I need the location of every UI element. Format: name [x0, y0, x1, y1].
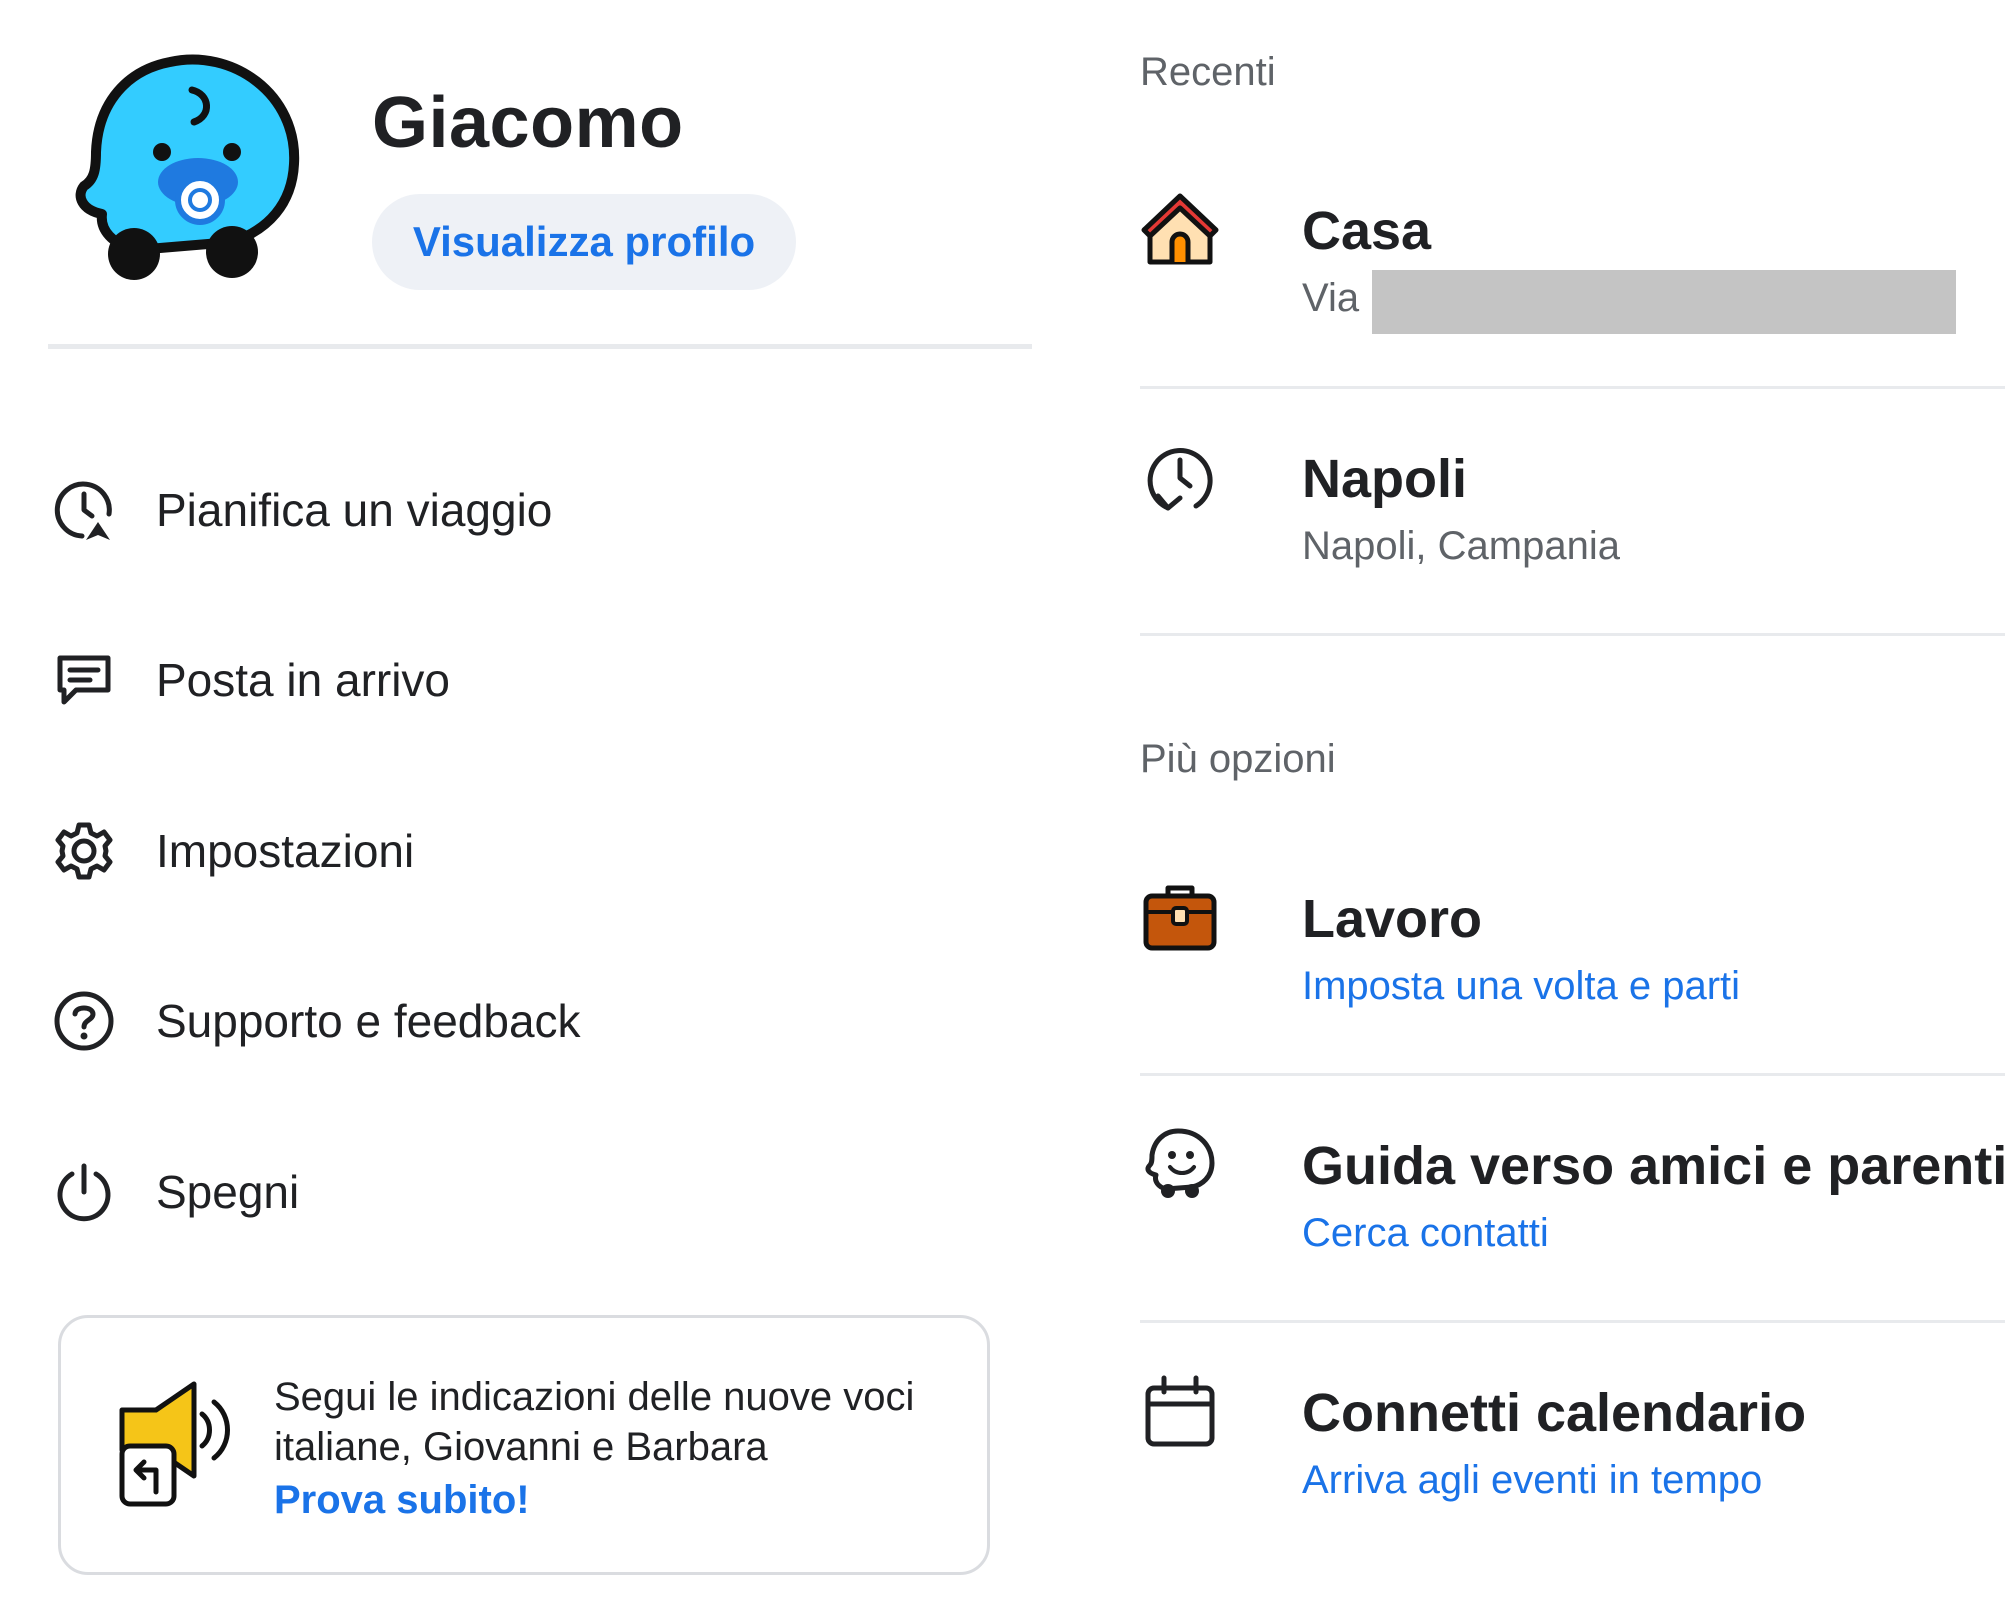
menu-item-label: Supporto e feedback: [156, 995, 581, 1047]
menu-item-label: Impostazioni: [156, 825, 415, 877]
place-title: Connetti calendario: [1302, 1383, 1807, 1443]
promo-try-link[interactable]: Prova subito!: [274, 1478, 530, 1523]
power-icon: [48, 1156, 120, 1228]
briefcase-icon: [1140, 878, 1220, 958]
menu-item-plan-trip[interactable]: Pianifica un viaggio: [48, 455, 808, 565]
place-subtitle-link[interactable]: Arriva agli eventi in tempo: [1302, 1458, 1762, 1503]
place-title: Casa: [1302, 201, 1432, 261]
megaphone-icon: [116, 1380, 246, 1520]
redacted-address: [1372, 270, 1956, 334]
divider: [48, 344, 1032, 349]
calendar-icon: [1140, 1372, 1220, 1452]
menu-item-settings[interactable]: Impostazioni: [48, 796, 808, 906]
place-subtitle: Via: [1302, 276, 1360, 320]
waze-friend-icon: [1140, 1125, 1220, 1205]
menu-item-power[interactable]: Spegni: [48, 1137, 808, 1247]
profile-name: Giacomo: [372, 83, 684, 163]
inbox-icon: [48, 644, 120, 716]
place-title: Napoli: [1302, 449, 1468, 509]
gear-icon: [48, 815, 120, 887]
avatar[interactable]: [72, 54, 312, 284]
divider: [1140, 386, 2005, 389]
menu-item-label: Posta in arrivo: [156, 654, 451, 706]
place-subtitle-link[interactable]: Imposta una volta e parti: [1302, 964, 1740, 1009]
section-title-more: Più opzioni: [1140, 737, 1336, 781]
place-subtitle: Napoli, Campania: [1302, 524, 1620, 568]
place-row-work[interactable]: Lavoro Imposta una volta e parti: [1140, 878, 2005, 1078]
menu-item-label: Pianifica un viaggio: [156, 484, 553, 536]
section-title-recent: Recenti: [1140, 50, 1276, 94]
divider: [1140, 1320, 2005, 1323]
menu-item-inbox[interactable]: Posta in arrivo: [48, 625, 808, 735]
help-icon: [48, 985, 120, 1057]
promo-text: Segui le indicazioni delle nuove voci it…: [274, 1375, 915, 1469]
place-row-napoli[interactable]: Napoli Napoli, Campania: [1140, 438, 2005, 638]
divider: [1140, 1073, 2005, 1076]
place-title: Guida verso amici e parenti: [1302, 1136, 2005, 1196]
home-icon: [1140, 190, 1220, 270]
place-title: Lavoro: [1302, 889, 1483, 949]
place-row-friends[interactable]: Guida verso amici e parenti Cerca contat…: [1140, 1125, 2005, 1325]
place-row-home[interactable]: Casa Via: [1140, 190, 2005, 390]
history-icon: [1140, 438, 1220, 518]
place-row-calendar[interactable]: Connetti calendario Arriva agli eventi i…: [1140, 1372, 2005, 1572]
menu-item-label: Spegni: [156, 1166, 300, 1218]
plan-trip-icon: [48, 474, 120, 546]
divider: [1140, 633, 2005, 636]
menu-item-support[interactable]: Supporto e feedback: [48, 966, 808, 1076]
view-profile-button[interactable]: Visualizza profilo: [372, 194, 796, 290]
waze-baby-avatar-icon: [75, 54, 300, 280]
place-subtitle-link[interactable]: Cerca contatti: [1302, 1211, 1549, 1256]
